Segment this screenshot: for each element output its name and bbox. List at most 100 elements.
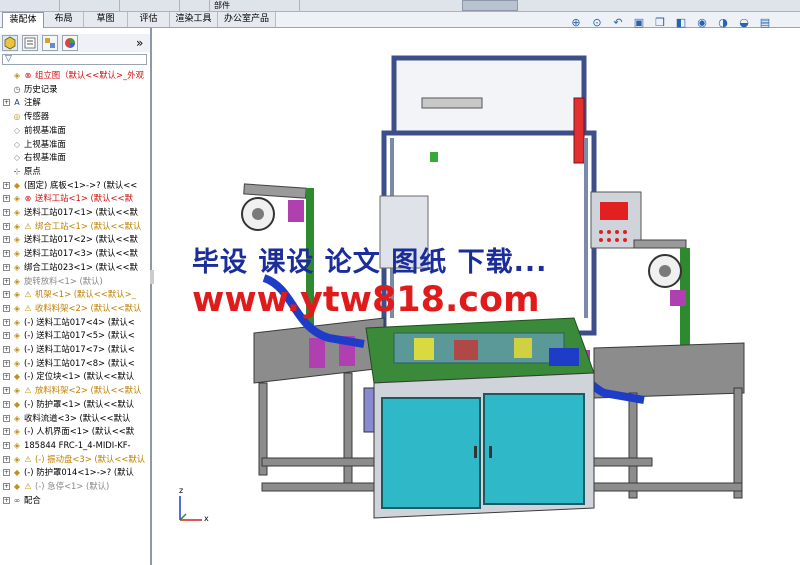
toolbar-slot[interactable] — [250, 0, 300, 11]
expand-icon[interactable]: + — [3, 332, 10, 340]
zoom-area-icon[interactable]: ⊙ — [591, 17, 603, 29]
collapse-panel-icon[interactable]: » — [136, 36, 143, 50]
toolbar-slot[interactable] — [120, 0, 180, 11]
tree-item[interactable]: + A 注解 — [0, 96, 150, 109]
display-style-icon[interactable]: ◧ — [675, 17, 687, 29]
expand-icon[interactable]: + — [3, 346, 10, 353]
property-manager-tab-icon[interactable] — [22, 35, 38, 51]
expand-icon[interactable]: + — [3, 428, 10, 436]
tab-assembly[interactable]: 装配体 — [2, 12, 44, 28]
tree-item[interactable]: + ◈ (-) 送料工站017<8> (默认< — [0, 357, 150, 370]
tree-item[interactable]: + ◈ 送料工站017<2> (默认<<默 — [0, 233, 150, 246]
expand-icon[interactable]: + — [3, 373, 10, 381]
zoom-to-fit-icon[interactable]: ⊕ — [570, 17, 582, 29]
tree-item[interactable]: + ◆ (-) 定位块<1> (默认<<默认 — [0, 370, 150, 383]
warning-icon: ⚠ — [24, 303, 32, 313]
edit-appearance-icon[interactable]: ◑ — [717, 17, 729, 29]
tree-item[interactable]: ◷ 历史记录 — [0, 83, 150, 96]
warning-icon: ⚠ — [24, 290, 32, 300]
tree-item[interactable]: + ◈ (-) 送料工站017<4> (默认< — [0, 316, 150, 329]
tree-item[interactable]: + ◈ ⊗ 送料工站<1> (默认<<默 — [0, 192, 150, 205]
apply-scene-icon[interactable]: ◒ — [738, 17, 750, 29]
expand-icon[interactable]: + — [3, 277, 10, 285]
expand-icon[interactable]: + — [3, 387, 10, 395]
subassembly-icon: ◈ — [13, 249, 21, 259]
tree-item-label: 收料料架<2> (默认<<默认 — [35, 302, 142, 313]
expand-icon[interactable]: + — [3, 181, 10, 189]
tab-office-products[interactable]: 办公室产品 — [218, 12, 276, 27]
subassembly-icon: ◈ — [13, 208, 21, 217]
tab-layout[interactable]: 布局 — [44, 12, 84, 27]
tree-item[interactable]: + ◈ ⚠ 绑合工站<1> (默认<<默认 — [0, 220, 150, 233]
expand-icon[interactable]: + — [3, 222, 10, 230]
tab-render-tools[interactable]: 渲染工具 — [170, 12, 218, 27]
previous-view-icon[interactable]: ↶ — [612, 17, 624, 29]
tree-item[interactable]: ◇ 上视基准面 — [0, 138, 150, 151]
expand-icon[interactable]: + — [3, 400, 10, 408]
tree-item[interactable]: + ◈ 旋转放料<1> (默认) — [0, 275, 150, 288]
tree-item[interactable]: + ∞ 配合 — [0, 494, 150, 507]
subassembly-icon: ◈ — [13, 276, 21, 286]
toolbar-slot[interactable] — [0, 0, 60, 11]
expand-icon[interactable]: + — [3, 236, 10, 244]
tree-item[interactable]: ◎ 传感器 — [0, 110, 150, 123]
hide-show-icon[interactable]: ◉ — [696, 17, 708, 29]
expand-icon[interactable]: + — [3, 304, 10, 312]
expand-icon[interactable]: + — [3, 250, 10, 258]
configuration-manager-tab-icon[interactable] — [42, 35, 58, 51]
tree-item[interactable]: + ◈ ⚠ 放料料架<2> (默认<<默认 — [0, 384, 150, 397]
part-icon: ◆ — [13, 482, 21, 491]
tree-item[interactable]: + ◈ 收料流道<3> (默认<<默认 — [0, 412, 150, 425]
expand-icon[interactable]: + — [3, 483, 10, 490]
error-icon: ⊗ — [24, 194, 32, 204]
assembly-icon: ◈ — [13, 71, 21, 80]
expand-icon[interactable]: + — [3, 263, 10, 271]
tree-item-label: (固定) 底板<1>->? (默认<< — [24, 179, 138, 190]
expand-icon[interactable]: + — [3, 195, 10, 203]
toolbar-slot[interactable] — [180, 0, 210, 11]
toolbar-slot[interactable] — [60, 0, 120, 11]
tab-evaluate[interactable]: 评估 — [128, 12, 170, 27]
toolbar-selected-slot[interactable] — [462, 0, 518, 11]
tree-item[interactable]: ◇ 前视基准面 — [0, 124, 150, 137]
section-view-icon[interactable]: ▣ — [633, 17, 645, 29]
tree-filter[interactable]: ▽ — [2, 54, 147, 65]
error-icon: ⊗ — [24, 71, 32, 80]
expand-icon[interactable]: + — [3, 496, 10, 504]
tree-item[interactable]: + ◈ 185844 FRC-1_4-MIDI-KF- — [0, 439, 150, 452]
expand-icon[interactable]: + — [3, 99, 10, 107]
tree-item[interactable]: + ◈ ⚠ 收料料架<2> (默认<<默认 — [0, 302, 150, 315]
tree-item-label: 传感器 — [24, 111, 50, 122]
expand-icon[interactable]: + — [3, 414, 10, 422]
tree-item[interactable]: + ◆ ⚠ (-) 急停<1> (默认) — [0, 480, 150, 493]
tree-item[interactable]: + ◆ (-) 防护罩014<1>->? (默认 — [0, 466, 150, 479]
tree-item[interactable]: + ◆ (-) 防护罩<1> (默认<<默认 — [0, 398, 150, 411]
feature-manager-tab-icon[interactable] — [2, 35, 18, 51]
expand-icon[interactable]: + — [3, 291, 10, 299]
expand-icon[interactable]: + — [3, 209, 10, 216]
tree-item[interactable]: + ◈ 送料工站017<1> (默认<<默 — [0, 206, 150, 219]
tree-item[interactable]: + ◈ 送料工站017<3> (默认<<默 — [0, 247, 150, 260]
filter-icon[interactable]: ▽ — [5, 54, 12, 64]
display-manager-tab-icon[interactable] — [62, 35, 78, 51]
tree-item[interactable]: ◈ ⊗ 组立图（默认<<默认>_外观 — [0, 69, 150, 82]
tree-item[interactable]: ◇ 右视基准面 — [0, 151, 150, 164]
expand-icon[interactable]: + — [3, 455, 10, 463]
tree-item[interactable]: ⊹ 原点 — [0, 165, 150, 178]
expand-icon[interactable]: + — [3, 318, 10, 326]
component-label[interactable]: 部件 — [214, 0, 230, 11]
tree-item[interactable]: + ◈ (-) 人机界面<1> (默认<<默 — [0, 425, 150, 438]
expand-icon[interactable]: + — [3, 469, 10, 477]
expand-icon[interactable]: + — [3, 359, 10, 367]
tree-item[interactable]: + ◈ (-) 送料工站017<7> (默认< — [0, 343, 150, 356]
tree-item[interactable]: + ◆ (固定) 底板<1>->? (默认<< — [0, 179, 150, 192]
expand-icon[interactable]: + — [3, 441, 10, 449]
view-orientation-icon[interactable]: ❒ — [654, 17, 666, 29]
tab-sketch[interactable]: 草图 — [84, 12, 128, 27]
view-settings-icon[interactable]: ▤ — [759, 17, 771, 29]
tree-item[interactable]: + ◈ (-) 送料工站017<5> (默认< — [0, 329, 150, 342]
part-icon: ◆ — [13, 372, 21, 382]
tree-item[interactable]: + ◈ 绑合工站023<1> (默认<<默 — [0, 261, 150, 274]
tree-item[interactable]: + ◈ ⚠ (-) 振动盘<3> (默认<<默认 — [0, 453, 150, 466]
tree-item[interactable]: + ◈ ⚠ 机架<1> (默认<<默认>_ — [0, 288, 150, 301]
